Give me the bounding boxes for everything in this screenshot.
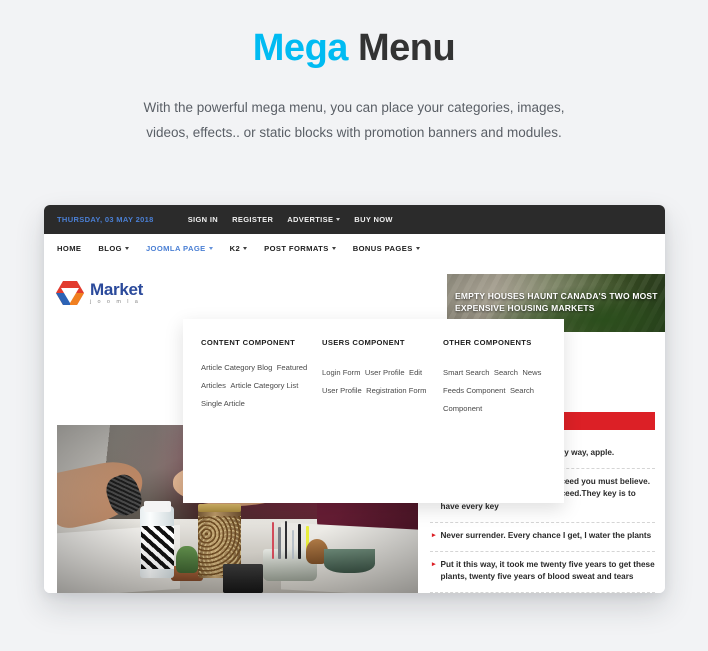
- mega-menu-link-registration-form[interactable]: Registration Form: [366, 386, 426, 395]
- topbar-link-register[interactable]: REGISTER: [232, 215, 273, 224]
- nav-item-label: JOOMLA PAGE: [145, 243, 206, 253]
- quote-list-item[interactable]: ▸ Never surrender. Every chance I get, I…: [430, 523, 655, 552]
- mega-menu-link-search[interactable]: Search: [494, 368, 518, 377]
- quote-text: Put it this way, it took me twenty five …: [440, 559, 655, 582]
- quote-text: Never surrender. Every chance I get, I w…: [440, 530, 652, 540]
- mega-menu-link-user-profile[interactable]: User Profile: [365, 368, 405, 377]
- mega-menu-column-content: CONTENT COMPONENT Article Category Blog …: [201, 336, 322, 503]
- mega-menu-link-smart-search[interactable]: Smart Search: [443, 368, 489, 377]
- arrow-bullet-icon: ▸: [432, 560, 436, 568]
- nav-item-label: POST FORMATS: [264, 243, 329, 253]
- hero-subtitle-line-1: With the powerful mega menu, you can pla…: [143, 99, 565, 115]
- mega-menu-column-users: USERS COMPONENT Login Form User Profile …: [322, 336, 443, 503]
- page-title-accent: Mega: [252, 27, 349, 69]
- nav-item-blog[interactable]: BLOG: [98, 244, 129, 253]
- chevron-down-icon: [243, 246, 248, 250]
- site-logo-tagline: j o o m l a: [90, 298, 141, 305]
- topbar-link-label: SIGN IN: [187, 215, 219, 224]
- topbar-link-label: REGISTER: [232, 215, 274, 224]
- mega-menu-column-heading: CONTENT COMPONENT: [201, 338, 296, 347]
- nav-item-label: HOME: [57, 243, 82, 253]
- hero-subtitle-line-2: videos, effects.. or static blocks with …: [146, 124, 562, 140]
- page-title: Mega Menu: [0, 27, 708, 70]
- mega-menu-column-heading: OTHER COMPONENTS: [443, 338, 532, 347]
- featured-banner-headline: EMPTY HOUSES HAUNT CANADA'S TWO MOST EXP…: [455, 291, 658, 314]
- nav-item-label: BONUS PAGES: [352, 243, 413, 253]
- chevron-down-icon: [336, 218, 341, 221]
- website-preview-window: THURSDAY, 03 MAY 2018 SIGN IN REGISTER A…: [44, 205, 665, 593]
- hexagon-logo-icon: [56, 280, 84, 306]
- nav-item-post-formats[interactable]: POST FORMATS: [264, 244, 336, 253]
- topbar-link-sign-in[interactable]: SIGN IN: [188, 215, 218, 224]
- chevron-down-icon: [415, 246, 420, 250]
- topbar-link-label: ADVERTISE: [287, 215, 334, 224]
- topbar-link-advertise[interactable]: ADVERTISE: [287, 215, 341, 224]
- site-logo-name: Market: [90, 279, 144, 299]
- nav-item-label: K2: [229, 243, 241, 253]
- quote-list-item[interactable]: ▸ Put it this way, it took me twenty fiv…: [430, 552, 655, 593]
- mega-menu-link-article-category-blog[interactable]: Article Category Blog: [201, 363, 272, 372]
- site-topbar: THURSDAY, 03 MAY 2018 SIGN IN REGISTER A…: [44, 205, 665, 234]
- site-logo[interactable]: Market j o o m l a: [56, 280, 143, 306]
- mega-menu-link-single-article[interactable]: Single Article: [201, 399, 245, 408]
- mega-menu-dropdown: CONTENT COMPONENT Article Category Blog …: [183, 319, 564, 503]
- chevron-down-icon: [331, 246, 336, 250]
- hero-subtitle: With the powerful mega menu, you can pla…: [94, 96, 614, 146]
- topbar-date: THURSDAY, 03 MAY 2018: [57, 215, 154, 224]
- mega-menu-column-heading: USERS COMPONENT: [322, 338, 405, 347]
- chevron-down-icon: [208, 246, 213, 250]
- mega-menu-column-other: OTHER COMPONENTS Smart Search Search New…: [443, 336, 564, 503]
- topbar-link-label: BUY NOW: [354, 215, 393, 224]
- hero-section: Mega Menu With the powerful mega menu, y…: [0, 0, 708, 146]
- nav-item-bonus-pages[interactable]: BONUS PAGES: [353, 244, 420, 253]
- site-logo-text: Market j o o m l a: [90, 281, 143, 306]
- nav-item-label: BLOG: [98, 243, 122, 253]
- mega-menu-link-article-category-list[interactable]: Article Category List: [230, 381, 298, 390]
- topbar-link-buy-now[interactable]: BUY NOW: [354, 215, 393, 224]
- nav-item-k2[interactable]: K2: [230, 244, 248, 253]
- arrow-bullet-icon: ▸: [432, 531, 436, 539]
- nav-item-home[interactable]: HOME: [57, 244, 81, 253]
- chevron-down-icon: [124, 246, 129, 250]
- nav-item-joomla-page[interactable]: JOOMLA PAGE: [146, 244, 213, 253]
- site-main-nav: HOME BLOG JOOMLA PAGE K2 POST FORMATS BO…: [44, 234, 665, 262]
- hexagon-logo-svg: [56, 281, 84, 305]
- site-content-area: Market j o o m l a EMPTY HOUSES HAUNT CA…: [44, 262, 665, 593]
- page-title-rest: Menu: [347, 27, 456, 69]
- mega-menu-link-login-form[interactable]: Login Form: [322, 368, 360, 377]
